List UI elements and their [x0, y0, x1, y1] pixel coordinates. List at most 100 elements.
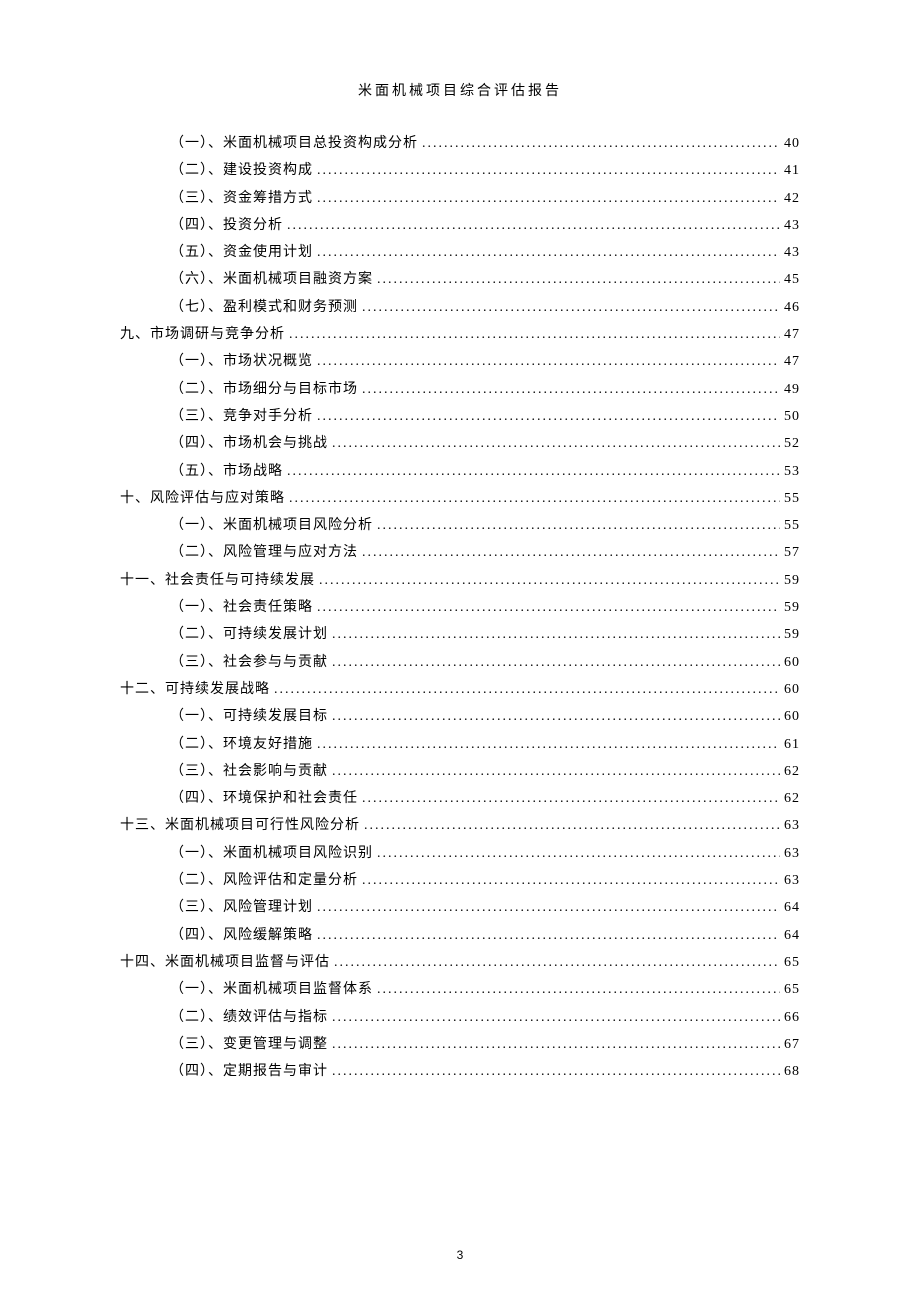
toc-entry-label: （三）、社会参与与贡献 [170, 649, 328, 676]
toc-entry[interactable]: （三）、社会参与与贡献 60 [120, 649, 800, 676]
toc-entry[interactable]: （三）、竞争对手分析50 [120, 403, 800, 430]
toc-entry-page: 55 [784, 512, 800, 539]
toc-entry[interactable]: （二）、风险评估和定量分析63 [120, 867, 800, 894]
toc-leader-dots [377, 512, 780, 539]
toc-entry[interactable]: （五）、市场战略53 [120, 458, 800, 485]
toc-entry[interactable]: （二）、可持续发展计划 59 [120, 621, 800, 648]
toc-entry[interactable]: （一）、市场状况概览47 [120, 348, 800, 375]
toc-leader-dots [362, 376, 780, 403]
toc-entry[interactable]: 十一、社会责任与可持续发展59 [120, 567, 800, 594]
toc-entry-label: （四）、风险缓解策略 [170, 922, 313, 949]
toc-entry-page: 64 [784, 922, 800, 949]
toc-leader-dots [289, 485, 780, 512]
toc-leader-dots [332, 649, 780, 676]
toc-entry-label: 十一、社会责任与可持续发展 [120, 567, 315, 594]
toc-entry[interactable]: （一）、可持续发展目标60 [120, 703, 800, 730]
toc-entry[interactable]: （三）、风险管理计划64 [120, 894, 800, 921]
toc-leader-dots [317, 922, 780, 949]
toc-entry-page: 40 [784, 130, 800, 157]
toc-entry[interactable]: （二）、绩效评估与指标66 [120, 1004, 800, 1031]
toc-entry-label: （二）、风险管理与应对方法 [170, 539, 358, 566]
toc-entry-label: （三）、社会影响与贡献 [170, 758, 328, 785]
toc-entry-label: （二）、绩效评估与指标 [170, 1004, 328, 1031]
toc-entry[interactable]: （二）、建设投资构成41 [120, 157, 800, 184]
toc-entry[interactable]: （四）、市场机会与挑战52 [120, 430, 800, 457]
toc-entry-label: （二）、风险评估和定量分析 [170, 867, 358, 894]
toc-entry-page: 60 [784, 676, 800, 703]
toc-entry[interactable]: （一）、社会责任策略 59 [120, 594, 800, 621]
toc-entry-label: （一）、社会责任策略 [170, 594, 313, 621]
toc-entry-page: 53 [784, 458, 800, 485]
toc-entry-page: 57 [784, 539, 800, 566]
toc-leader-dots [317, 403, 780, 430]
toc-leader-dots [289, 321, 780, 348]
toc-entry-label: （一）、米面机械项目风险分析 [170, 512, 373, 539]
toc-entry-page: 45 [784, 266, 800, 293]
toc-entry[interactable]: （四）、环境保护和社会责任62 [120, 785, 800, 812]
page-header-title: 米面机械项目综合评估报告 [120, 80, 800, 100]
toc-entry[interactable]: （二）、环境友好措施61 [120, 731, 800, 758]
toc-entry-label: 十、风险评估与应对策略 [120, 485, 285, 512]
toc-entry[interactable]: （一）、米面机械项目风险识别 63 [120, 840, 800, 867]
toc-leader-dots [362, 867, 780, 894]
toc-entry[interactable]: （一）、米面机械项目风险分析 55 [120, 512, 800, 539]
toc-entry[interactable]: （四）、投资分析43 [120, 212, 800, 239]
toc-entry-label: 十二、可持续发展战略 [120, 676, 270, 703]
toc-entry[interactable]: （四）、定期报告与审计 68 [120, 1058, 800, 1085]
toc-entry[interactable]: （三）、变更管理与调整67 [120, 1031, 800, 1058]
toc-entry-label: （二）、可持续发展计划 [170, 621, 328, 648]
toc-leader-dots [317, 185, 780, 212]
toc-entry[interactable]: （七）、盈利模式和财务预测46 [120, 294, 800, 321]
toc-entry-label: （六）、米面机械项目融资方案 [170, 266, 373, 293]
toc-entry[interactable]: （二）、风险管理与应对方法 57 [120, 539, 800, 566]
toc-entry[interactable]: 十四、米面机械项目监督与评估65 [120, 949, 800, 976]
toc-entry[interactable]: （一）、米面机械项目监督体系 65 [120, 976, 800, 1003]
toc-entry[interactable]: （三）、资金筹措方式42 [120, 185, 800, 212]
toc-entry[interactable]: 十、风险评估与应对策略55 [120, 485, 800, 512]
toc-entry-label: （三）、风险管理计划 [170, 894, 313, 921]
toc-entry-page: 60 [784, 649, 800, 676]
toc-leader-dots [319, 567, 780, 594]
toc-entry-label: （二）、市场细分与目标市场 [170, 376, 358, 403]
toc-entry[interactable]: （四）、风险缓解策略 64 [120, 922, 800, 949]
toc-entry[interactable]: 九、市场调研与竞争分析47 [120, 321, 800, 348]
toc-leader-dots [332, 430, 780, 457]
toc-entry-page: 63 [784, 812, 800, 839]
toc-leader-dots [332, 1004, 780, 1031]
toc-entry-label: （七）、盈利模式和财务预测 [170, 294, 358, 321]
toc-leader-dots [317, 894, 780, 921]
toc-entry[interactable]: （五）、资金使用计划43 [120, 239, 800, 266]
toc-leader-dots [377, 840, 780, 867]
toc-entry[interactable]: 十三、米面机械项目可行性风险分析63 [120, 812, 800, 839]
toc-entry-page: 63 [784, 840, 800, 867]
toc-entry-page: 59 [784, 621, 800, 648]
toc-leader-dots [317, 594, 780, 621]
toc-entry-page: 68 [784, 1058, 800, 1085]
toc-leader-dots [364, 812, 780, 839]
toc-leader-dots [377, 976, 780, 1003]
toc-entry[interactable]: （三）、社会影响与贡献 62 [120, 758, 800, 785]
toc-entry-label: （一）、米面机械项目风险识别 [170, 840, 373, 867]
toc-entry[interactable]: 十二、可持续发展战略 60 [120, 676, 800, 703]
toc-entry-page: 65 [784, 976, 800, 1003]
toc-entry-label: （一）、市场状况概览 [170, 348, 313, 375]
toc-entry-label: 十四、米面机械项目监督与评估 [120, 949, 330, 976]
toc-entry[interactable]: （一）、米面机械项目总投资构成分析 40 [120, 130, 800, 157]
table-of-contents: （一）、米面机械项目总投资构成分析 40（二）、建设投资构成41（三）、资金筹措方… [120, 130, 800, 1085]
toc-entry[interactable]: （二）、市场细分与目标市场49 [120, 376, 800, 403]
toc-entry-label: （一）、米面机械项目总投资构成分析 [170, 130, 418, 157]
toc-leader-dots [377, 266, 780, 293]
toc-entry-page: 59 [784, 594, 800, 621]
toc-entry-label: 九、市场调研与竞争分析 [120, 321, 285, 348]
toc-entry-page: 61 [784, 731, 800, 758]
toc-entry-label: （一）、米面机械项目监督体系 [170, 976, 373, 1003]
toc-entry-label: （四）、环境保护和社会责任 [170, 785, 358, 812]
toc-entry-page: 43 [784, 212, 800, 239]
toc-leader-dots [287, 212, 780, 239]
toc-leader-dots [332, 758, 780, 785]
toc-entry-label: （四）、定期报告与审计 [170, 1058, 328, 1085]
toc-entry-page: 62 [784, 758, 800, 785]
toc-entry[interactable]: （六）、米面机械项目融资方案 45 [120, 266, 800, 293]
toc-entry-page: 50 [784, 403, 800, 430]
toc-entry-label: （五）、资金使用计划 [170, 239, 313, 266]
